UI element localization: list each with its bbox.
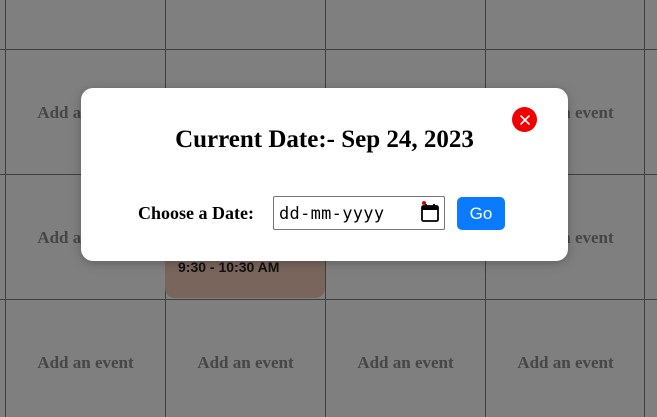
choose-date-label: Choose a Date: (138, 203, 254, 223)
close-icon (519, 114, 530, 125)
date-input-dot (422, 201, 426, 205)
go-button[interactable]: Go (457, 197, 505, 230)
date-input[interactable]: dd-mm-yyyy (273, 196, 445, 230)
date-placeholder: dd-mm-yyyy (279, 204, 385, 224)
date-picker-modal: Current Date:- Sep 24, 2023 Choose a Dat… (81, 88, 568, 261)
calendar-icon[interactable] (420, 203, 440, 223)
current-date-title: Current Date:- Sep 24, 2023 (175, 126, 474, 153)
